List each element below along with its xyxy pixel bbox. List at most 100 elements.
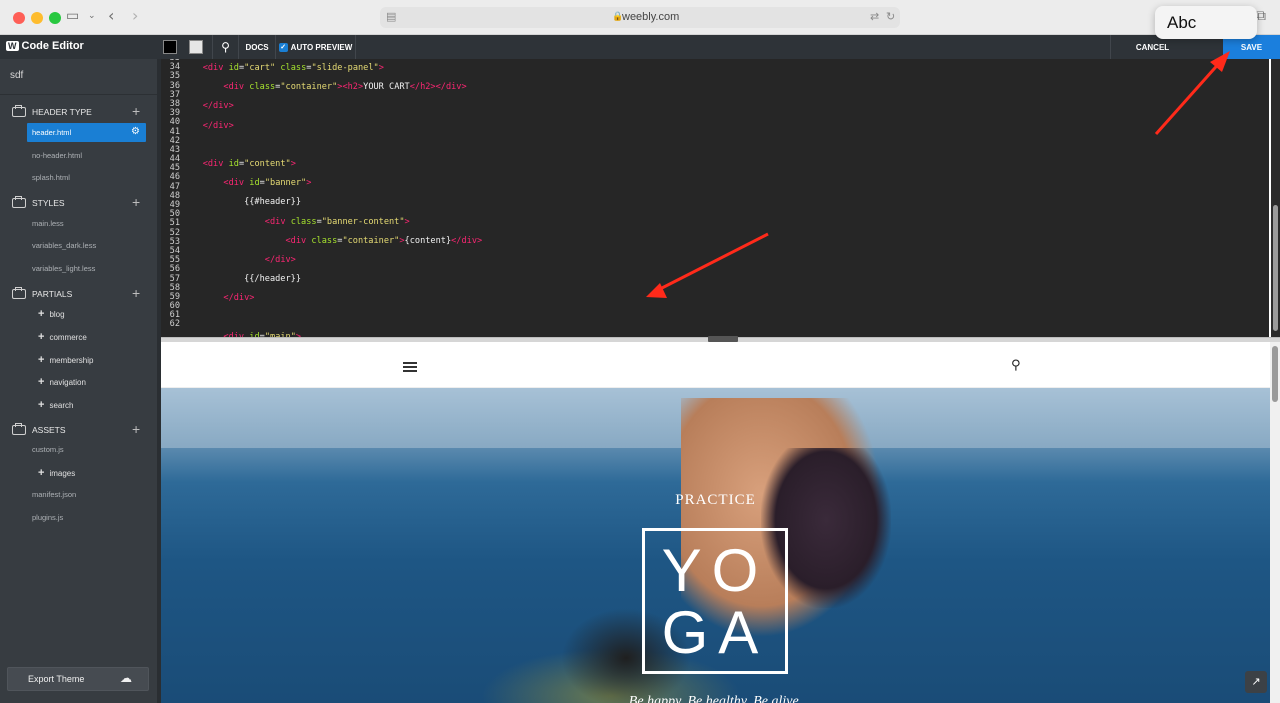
file-variables-dark-less[interactable]: variables_dark.less xyxy=(32,241,96,250)
dark-theme-swatch[interactable] xyxy=(163,40,177,54)
search-icon[interactable]: ⚲ xyxy=(1011,358,1021,373)
file-splash-html[interactable]: splash.html xyxy=(32,173,70,182)
file-variables-light-less[interactable]: variables_light.less xyxy=(32,264,95,273)
auto-preview-toggle[interactable]: ✓ AUTO PREVIEW xyxy=(275,35,355,59)
folder-icon xyxy=(12,423,26,435)
code-line[interactable]: </div> xyxy=(182,294,648,303)
section-title: STYLES xyxy=(32,198,65,208)
zoom-window-button[interactable] xyxy=(49,12,61,24)
add-file-icon[interactable]: + xyxy=(132,194,140,210)
search-button[interactable]: ⚲ xyxy=(212,35,238,59)
minimize-window-button[interactable] xyxy=(31,12,43,24)
sidebar-toggle-icon[interactable]: ▭ xyxy=(66,8,79,24)
code-line[interactable]: <div id="content"> xyxy=(182,159,648,169)
folder-blog[interactable]: + blog xyxy=(38,308,65,320)
file-main-less[interactable]: main.less xyxy=(32,219,64,228)
file-manifest-json[interactable]: manifest.json xyxy=(32,490,76,499)
export-theme-button[interactable]: Export Theme ☁ xyxy=(7,667,149,691)
reload-icon[interactable]: ↻ xyxy=(886,10,895,23)
expand-icon: + xyxy=(38,354,45,366)
page-settings-icon[interactable]: ▤ xyxy=(386,10,396,23)
translate-icon[interactable]: ⇄ xyxy=(870,10,879,23)
auto-preview-label: AUTO PREVIEW xyxy=(290,42,353,52)
code-line[interactable]: {{/header}} xyxy=(182,274,648,284)
folder-label: navigation xyxy=(49,378,86,387)
gear-icon[interactable]: ⚙ xyxy=(131,126,140,137)
folder-search[interactable]: + search xyxy=(38,399,73,411)
light-theme-swatch[interactable] xyxy=(189,40,203,54)
folder-label: membership xyxy=(49,356,94,365)
folder-icon xyxy=(12,196,26,208)
folder-membership[interactable]: + membership xyxy=(38,354,93,366)
open-external-icon[interactable]: ↗ xyxy=(1245,671,1267,693)
hamburger-menu-icon[interactable] xyxy=(403,362,417,372)
code-scrollbar[interactable] xyxy=(1271,59,1280,337)
expand-icon: + xyxy=(38,331,45,343)
folder-navigation[interactable]: + navigation xyxy=(38,376,86,388)
folder-label: images xyxy=(49,469,76,478)
line-number: 62 xyxy=(169,319,180,330)
section-header-type[interactable]: HEADER TYPE + xyxy=(0,103,157,123)
code-line[interactable]: </div> xyxy=(182,121,648,131)
docs-button[interactable]: DOCS xyxy=(238,35,275,59)
url-text: weebly.com xyxy=(622,11,680,23)
code-line[interactable]: <div id="banner"> xyxy=(182,178,648,188)
folder-icon xyxy=(12,105,26,117)
hero-kicker: PRACTICE xyxy=(675,492,756,508)
code-lines[interactable]: <div id="cart" class="slide-panel"> <div… xyxy=(182,59,648,337)
hero-title-line1: YO xyxy=(661,537,769,604)
app-title: W Code Editor xyxy=(6,40,84,52)
forward-icon[interactable]: › xyxy=(132,6,138,25)
code-line[interactable]: </div> xyxy=(182,102,648,111)
address-bar[interactable]: ▤ 🔒 weebly.com ⇄ ↻ xyxy=(380,7,900,28)
file-plugins-js[interactable]: plugins.js xyxy=(32,513,63,522)
line-number-gutter: 3334353637383940414243444546474849505152… xyxy=(161,59,180,330)
expand-icon: + xyxy=(38,308,45,320)
expand-icon: + xyxy=(38,399,45,411)
folder-icon xyxy=(12,287,26,299)
scroll-thumb[interactable] xyxy=(1273,205,1278,331)
code-line[interactable]: <div class="banner-content"> xyxy=(182,217,648,227)
hero-title-line2: GA xyxy=(661,599,769,666)
preview-scrollbar[interactable] xyxy=(1270,342,1280,703)
preview-header: ⚲ xyxy=(161,342,1270,388)
app-title-text: Code Editor xyxy=(21,40,84,52)
scroll-thumb[interactable] xyxy=(1272,346,1278,402)
back-icon[interactable]: ‹ xyxy=(108,6,114,25)
code-line[interactable] xyxy=(182,141,648,150)
code-line[interactable]: <div class="container">{content}</div> xyxy=(182,236,648,246)
section-title: HEADER TYPE xyxy=(32,107,92,117)
chevron-down-icon[interactable]: ⌄ xyxy=(88,11,96,21)
close-window-button[interactable] xyxy=(13,12,25,24)
code-line[interactable]: <div id="cart" class="slide-panel"> xyxy=(182,63,648,73)
section-partials[interactable]: PARTIALS + xyxy=(0,285,157,305)
live-preview: ⚲ PRACTICE YO GA Be happy. Be healthy. B… xyxy=(161,342,1270,703)
tabs-overview-icon[interactable]: ⧉ xyxy=(1256,8,1266,24)
code-line[interactable]: <div class="container"><h2>YOUR CART</h2… xyxy=(182,82,648,92)
code-line[interactable] xyxy=(182,313,648,322)
add-file-icon[interactable]: + xyxy=(132,103,140,119)
section-styles[interactable]: STYLES + xyxy=(0,194,157,214)
section-title: ASSETS xyxy=(32,425,66,435)
cloud-upload-icon: ☁ xyxy=(120,671,132,685)
weebly-logo-icon: W xyxy=(6,41,19,51)
file-header-html[interactable]: header.html ⚙ xyxy=(27,123,146,142)
folder-label: blog xyxy=(49,310,65,319)
code-line[interactable]: {{#header}} xyxy=(182,198,648,207)
file-label: header.html xyxy=(32,128,72,137)
export-label: Export Theme xyxy=(28,674,85,684)
section-assets[interactable]: ASSETS + xyxy=(0,421,157,441)
expand-icon: + xyxy=(38,376,45,388)
section-title: PARTIALS xyxy=(32,289,73,299)
code-editor[interactable]: 3334353637383940414243444546474849505152… xyxy=(161,59,1269,337)
search-icon: ⚲ xyxy=(221,40,230,54)
toolbar-divider xyxy=(355,35,356,59)
file-no-header-html[interactable]: no-header.html xyxy=(32,151,82,160)
folder-images[interactable]: + images xyxy=(38,467,75,479)
code-line[interactable]: </div> xyxy=(182,255,648,265)
file-custom-js[interactable]: custom.js xyxy=(32,445,64,454)
add-file-icon[interactable]: + xyxy=(132,421,140,437)
folder-commerce[interactable]: + commerce xyxy=(38,331,87,343)
add-file-icon[interactable]: + xyxy=(132,285,140,301)
folder-label: commerce xyxy=(49,333,87,342)
